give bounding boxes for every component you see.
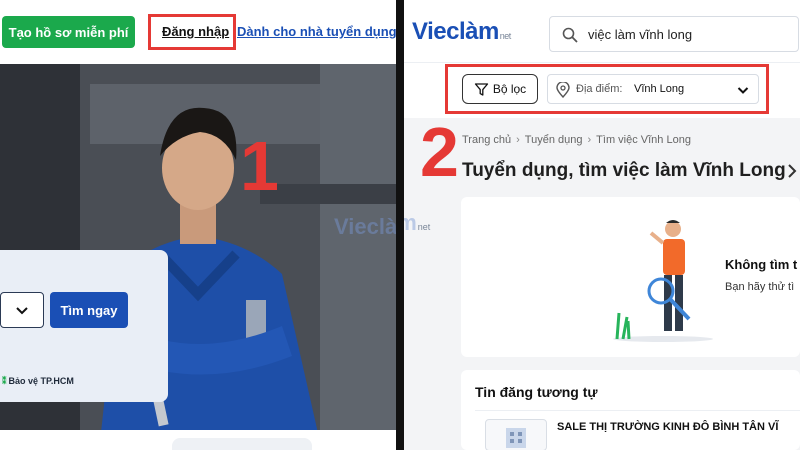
employer-link[interactable]: Dành cho nhà tuyển dụng — [237, 24, 396, 39]
find-now-button[interactable]: Tìm ngay — [50, 292, 128, 328]
company-logo-thumb — [485, 419, 547, 450]
no-results-illustration — [613, 220, 713, 342]
site-logo[interactable]: Vieclàmnet — [412, 18, 511, 46]
breadcrumb-item-current: Tìm việc Vĩnh Long — [596, 134, 691, 146]
watermark-logo: Vieclàmnet — [404, 210, 430, 236]
logo-text: Vieclàm — [412, 18, 499, 45]
logo-suffix: net — [499, 31, 512, 41]
watermark-logo-text: Vieclàm — [334, 214, 396, 239]
step-number-2: 2 — [420, 113, 459, 191]
watermark-logo-suffix: net — [417, 222, 431, 232]
search-icon — [562, 27, 578, 43]
right-panel: Vieclàmnet việc làm vĩnh long Bộ lọc Địa… — [404, 0, 800, 450]
tutorial-screenshot: Tạo hồ sơ miễn phí Đăng nhập Dành cho nh… — [0, 0, 800, 450]
empty-result-subtitle: Bạn hãy thử tì — [725, 281, 795, 293]
chevron-right-icon: › — [587, 134, 592, 146]
top-navbar: Tạo hồ sơ miễn phí Đăng nhập Dành cho nh… — [0, 0, 396, 64]
chevron-right-icon: › — [516, 134, 520, 146]
job-list-item[interactable]: SALE THỊ TRƯỜNG KINH ĐÔ BÌNH TÂN VĨ — [475, 410, 800, 450]
highlight-box-login — [148, 14, 236, 50]
step-number-1: 1 — [240, 127, 279, 205]
quick-tag-item[interactable]: ⁑ Bảo vệ TP.HCM — [2, 376, 74, 387]
category-dropdown[interactable] — [0, 292, 44, 328]
highlight-box-filter — [445, 64, 769, 114]
breadcrumb-item[interactable]: Tuyển dụng — [525, 134, 583, 146]
left-panel: Tạo hồ sơ miễn phí Đăng nhập Dành cho nh… — [0, 0, 396, 450]
site-header: Vieclàmnet việc làm vĩnh long — [404, 0, 800, 62]
breadcrumb: Trang chủ › Tuyển dụng › Tìm việc Vĩnh Long — [462, 134, 691, 146]
page-title: Tuyển dụng, tìm việc làm Vĩnh Long — [462, 160, 786, 181]
search-query-text: việc làm vĩnh long — [588, 27, 693, 42]
chevron-down-icon — [16, 307, 28, 315]
chevron-right-icon[interactable] — [786, 162, 798, 180]
similar-jobs-heading: Tin đăng tương tự — [475, 384, 598, 400]
bottom-tab — [172, 438, 312, 450]
create-profile-button[interactable]: Tạo hồ sơ miễn phí — [2, 16, 135, 48]
empty-result-title: Không tìm t — [725, 257, 798, 272]
empty-result-card: Không tìm t Bạn hãy thử tì — [461, 197, 800, 357]
quick-tag-label: Bảo vệ TP.HCM — [8, 376, 74, 386]
similar-jobs-card: Tin đăng tương tự SALE THỊ TRƯỜNG KINH Đ… — [461, 370, 800, 450]
job-title[interactable]: SALE THỊ TRƯỜNG KINH ĐÔ BÌNH TÂN VĨ — [557, 421, 778, 433]
search-input[interactable]: việc làm vĩnh long — [549, 16, 799, 52]
breadcrumb-item[interactable]: Trang chủ — [462, 134, 511, 146]
watermark-logo: Vieclàmnet — [334, 214, 396, 240]
building-icon — [506, 428, 526, 448]
watermark-logo-text: Vieclàm — [404, 210, 417, 235]
tag-marker-icon: ⁑ — [2, 376, 7, 386]
panel-divider — [396, 0, 404, 450]
